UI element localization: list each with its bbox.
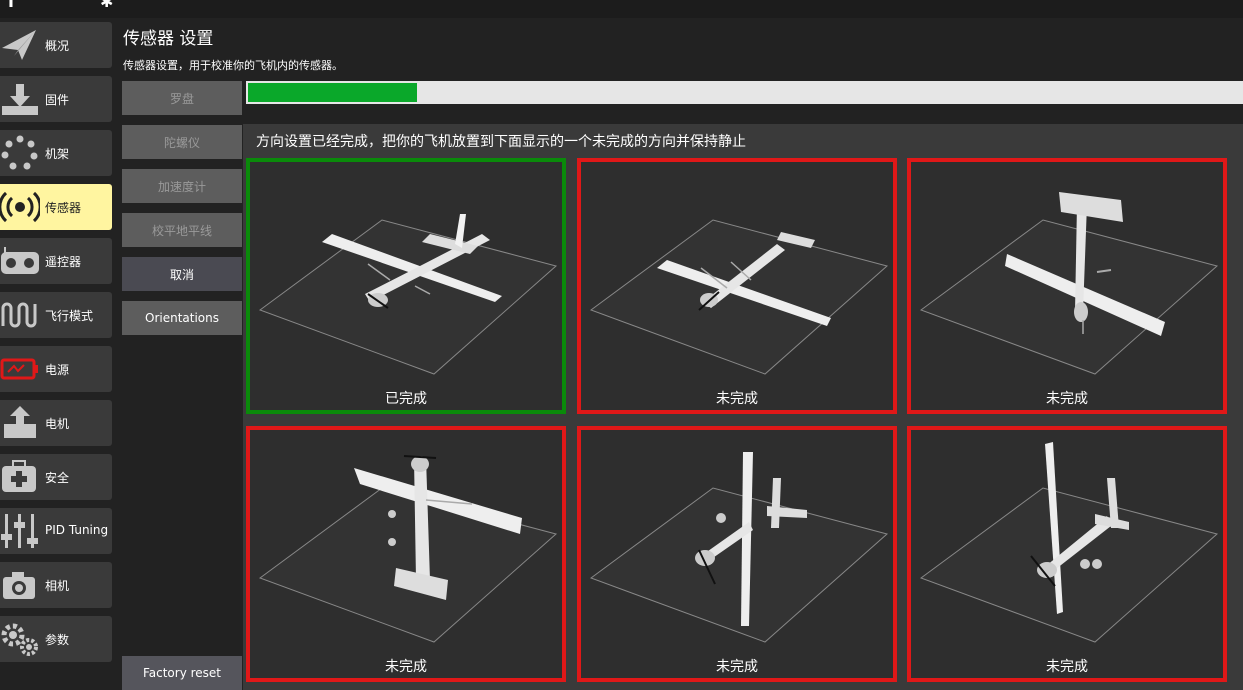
airplane-level-image — [258, 214, 558, 375]
sidebar-item-label: 电源 — [45, 363, 70, 377]
radio-waves-icon — [0, 191, 40, 223]
sidebar-item-safety[interactable]: 安全 — [0, 454, 112, 500]
sidebar-item-firmware[interactable]: 固件 — [0, 76, 112, 122]
sidebar-item-motors[interactable]: 电机 — [0, 400, 112, 446]
orientation-tile-upside-down: 未完成 — [577, 158, 897, 414]
orientation-instruction: 方向设置已经完成，把你的飞机放置到下面显示的一个未完成的方向并保持静止 — [256, 134, 746, 150]
frame-dots-icon — [1, 135, 38, 170]
page-title: 传感器 设置 — [123, 29, 214, 49]
level-horizon-button[interactable]: 校平地平线 — [122, 213, 242, 247]
battery-icon — [0, 358, 38, 380]
sidebar-item-pid-tuning[interactable]: PID Tuning — [0, 508, 112, 554]
orientation-tile-nose-down: 未完成 — [907, 158, 1227, 414]
page-subtitle: 传感器设置，用于校准你的飞机内的传感器。 — [123, 59, 343, 72]
download-icon — [2, 84, 38, 115]
tile-status-label: 已完成 — [385, 391, 427, 407]
tile-status-label: 未完成 — [716, 659, 758, 675]
flight-mode-wave-icon — [1, 302, 37, 328]
tile-status-label: 未完成 — [716, 391, 758, 407]
app-logo-fragment: ᒥ — [8, 0, 19, 11]
airplane-nose-up-image — [258, 455, 558, 643]
calibration-progress-fill — [248, 83, 417, 102]
tile-status-label: 未完成 — [1046, 391, 1088, 407]
camera-icon — [3, 572, 35, 599]
sidebar-item-label: 遥控器 — [45, 255, 82, 269]
remote-controller-icon — [1, 247, 39, 274]
sidebar-item-sensors[interactable]: 传感器 — [0, 184, 112, 230]
top-bar: ᒥ ✱ — [0, 0, 1243, 18]
sidebar-item-parameters[interactable]: 参数 — [0, 616, 112, 662]
tile-status-label: 未完成 — [1046, 659, 1088, 675]
settings-gear-fragment[interactable]: ✱ — [100, 0, 113, 11]
orientation-tile-left-side: 未完成 — [577, 426, 897, 682]
sidebar-item-label: 参数 — [45, 633, 70, 647]
sidebar-item-label: 概况 — [45, 39, 70, 53]
tile-status-label: 未完成 — [385, 659, 427, 675]
paper-plane-icon — [2, 30, 36, 60]
sidebar-nav: 概况 固件 机架 传感器 遥控器 飞行模式 电源 电机 安全 PID Tunin… — [0, 18, 116, 690]
accelerometer-calibrate-button[interactable]: 加速度计 — [122, 169, 242, 203]
sidebar-item-label: 机架 — [45, 147, 70, 161]
sidebar-item-flight-modes[interactable]: 飞行模式 — [0, 292, 112, 338]
sidebar-item-label: 电机 — [45, 417, 70, 431]
first-aid-icon — [2, 460, 36, 492]
sidebar-item-label: 相机 — [45, 579, 70, 593]
orientation-tile-right-side: 未完成 — [907, 426, 1227, 682]
sidebar-item-power[interactable]: 电源 — [0, 346, 112, 392]
sidebar-item-label: 飞行模式 — [45, 309, 94, 323]
sidebar-item-airframe[interactable]: 机架 — [0, 130, 112, 176]
sidebar-item-label: 安全 — [45, 471, 70, 485]
airplane-nose-down-image — [919, 192, 1219, 375]
motor-icon — [4, 406, 36, 438]
calibration-progress-bar — [246, 81, 1243, 104]
airplane-upside-down-image — [589, 219, 889, 375]
sidebar-item-radio[interactable]: 遥控器 — [0, 238, 112, 284]
gears-icon — [1, 623, 38, 656]
sidebar-item-label: 固件 — [45, 93, 70, 107]
orientation-tile-nose-up: 未完成 — [246, 426, 566, 682]
factory-reset-button[interactable]: Factory reset — [122, 656, 242, 690]
sliders-icon — [1, 514, 38, 548]
orientations-button[interactable]: Orientations — [122, 301, 242, 335]
sidebar-item-camera[interactable]: 相机 — [0, 562, 112, 608]
sidebar-item-label: PID Tuning — [45, 523, 109, 537]
airplane-right-side-image — [919, 442, 1219, 643]
gyroscope-calibrate-button[interactable]: 陀螺仪 — [122, 125, 242, 159]
cancel-button[interactable]: 取消 — [122, 257, 242, 291]
compass-calibrate-button[interactable]: 罗盘 — [122, 81, 242, 115]
sidebar-item-label: 传感器 — [45, 201, 82, 215]
airplane-left-side-image — [589, 452, 889, 643]
orientation-tile-level: 已完成 — [246, 158, 566, 414]
sidebar-item-summary[interactable]: 概况 — [0, 22, 112, 68]
